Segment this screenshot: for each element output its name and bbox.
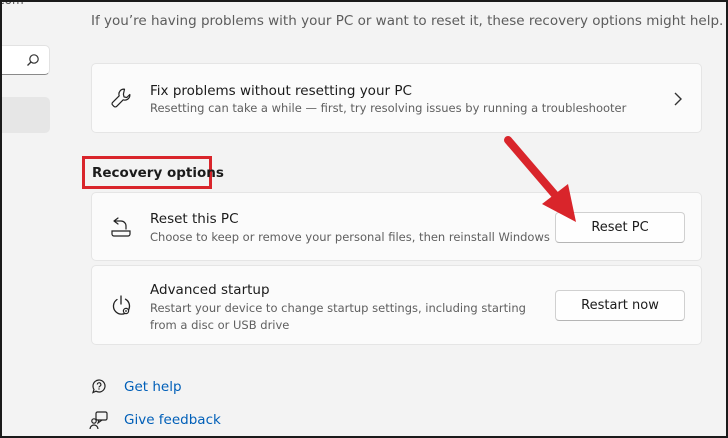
account-email-fragment: com bbox=[0, 0, 24, 7]
recovery-options-heading: Recovery options bbox=[82, 156, 224, 189]
settings-search-box[interactable] bbox=[0, 45, 50, 75]
get-help-label[interactable]: Get help bbox=[124, 379, 182, 395]
search-icon[interactable] bbox=[26, 53, 40, 67]
fix-problems-card[interactable]: Fix problems without resetting your PC R… bbox=[91, 63, 702, 133]
reset-pc-title: Reset this PC bbox=[150, 211, 239, 227]
page-intro-text: If you’re having problems with your PC o… bbox=[91, 13, 724, 29]
annotation-arrow-icon bbox=[504, 136, 576, 222]
restart-now-button[interactable]: Restart now bbox=[555, 290, 685, 321]
fix-problems-title: Fix problems without resetting your PC bbox=[150, 83, 412, 99]
feedback-icon bbox=[89, 411, 108, 430]
reset-pc-icon bbox=[111, 217, 131, 237]
reset-pc-card: Reset this PC Choose to keep or remove y… bbox=[91, 192, 702, 261]
advanced-startup-card: Advanced startup Restart your device to … bbox=[91, 265, 702, 345]
chevron-right-icon[interactable] bbox=[673, 91, 683, 107]
give-feedback-label[interactable]: Give feedback bbox=[124, 412, 221, 428]
recovery-options-heading-text: Recovery options bbox=[92, 164, 224, 181]
advanced-startup-description: Restart your device to change startup se… bbox=[150, 301, 526, 332]
advanced-startup-icon bbox=[112, 295, 131, 315]
advanced-startup-title: Advanced startup bbox=[150, 282, 270, 298]
give-feedback-link[interactable]: Give feedback bbox=[89, 410, 221, 430]
get-help-link[interactable]: Get help bbox=[89, 377, 182, 397]
reset-pc-description: Choose to keep or remove your personal f… bbox=[150, 230, 550, 244]
fix-problems-description: Resetting can take a while — first, try … bbox=[150, 101, 627, 115]
wrench-icon bbox=[111, 88, 131, 108]
help-icon bbox=[92, 379, 106, 394]
nav-selected-item[interactable] bbox=[0, 97, 50, 133]
